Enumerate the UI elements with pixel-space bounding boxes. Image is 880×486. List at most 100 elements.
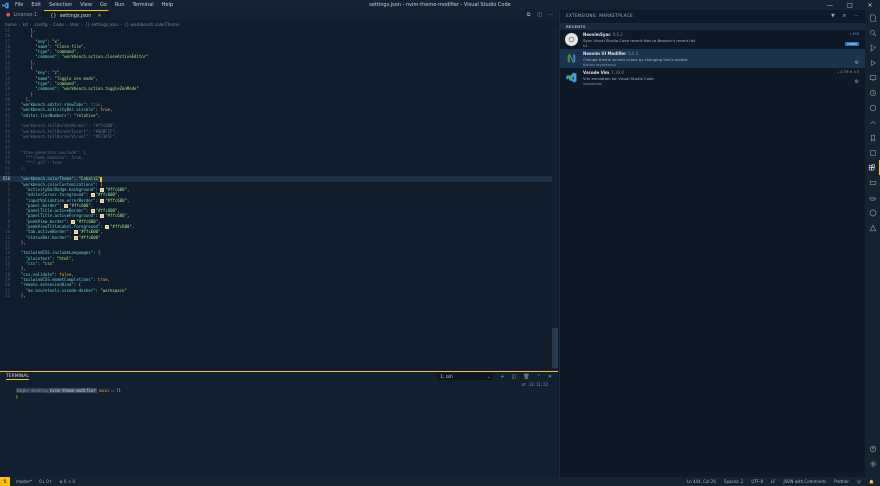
bookmark-icon[interactable]	[865, 130, 880, 145]
source-control-icon[interactable]	[865, 40, 880, 55]
manage-gear-icon[interactable]	[865, 456, 880, 471]
breadcrumb-item[interactable]: {} settings.json	[85, 22, 118, 27]
line-text: "ms-azuretools.vscode-docker": "workspac…	[25, 287, 127, 293]
close-tab-icon[interactable]: ✕	[97, 13, 101, 19]
extension-item[interactable]: Neovim UI Modifier 0.0.3 Change theme acc…	[560, 49, 865, 68]
breadcrumb-item[interactable]: .config	[33, 22, 47, 27]
tab-license[interactable]: ● License-1	[0, 10, 45, 20]
more-actions-icon[interactable]: ⋯	[854, 13, 859, 19]
section-recents[interactable]: RECENTS	[560, 23, 865, 30]
search-icon[interactable]	[865, 25, 880, 40]
menu-selection[interactable]: Selection	[49, 2, 72, 8]
maximize-icon[interactable]: □	[840, 0, 860, 10]
title-bar: File Edit Selection View Go Run Terminal…	[0, 0, 880, 10]
more-actions-icon[interactable]: ⋯	[549, 12, 554, 18]
code-line[interactable]: 22 },	[0, 293, 552, 298]
breadcrumb-item[interactable]: {} workbench.colorTheme	[124, 22, 180, 27]
close-panel-icon[interactable]: ✕	[548, 374, 552, 380]
status-bar: ⇅ master* 0↓ 0↑ ⊗ 0 ⚠ 0 Ln 444, Col 26 S…	[0, 477, 880, 486]
run-debug-icon[interactable]	[865, 55, 880, 70]
extension-item[interactable]: NeovimSync 0.0.2 Sync Visual Studio Code …	[560, 30, 865, 49]
extension-publisher: kd	[583, 44, 588, 48]
tab-label: settings.json	[59, 12, 92, 19]
language-mode[interactable]: JSON with Comments	[784, 479, 827, 484]
cursor-position[interactable]: Ln 444, Col 26	[687, 479, 716, 484]
feedback-icon[interactable]: ☺	[857, 479, 861, 484]
neovimsync-logo-icon	[565, 33, 578, 46]
accounts-icon[interactable]	[865, 441, 880, 456]
clear-icon[interactable]: ≡	[842, 13, 847, 19]
scrollbar-thumb[interactable]	[552, 328, 558, 368]
menu-edit[interactable]: Edit	[31, 2, 41, 8]
editor-group: ● License-1 {} settings.json ✕ ⧉ ◫ ⋯ hom…	[0, 10, 558, 371]
testing-icon[interactable]	[865, 145, 880, 160]
live-share-icon[interactable]	[865, 115, 880, 130]
tab-settings-json[interactable]: {} settings.json ✕	[44, 10, 109, 20]
minimize-icon[interactable]: —	[820, 0, 840, 10]
menu-go[interactable]: Go	[100, 2, 107, 8]
prompt-caret-icon: ❯	[15, 394, 19, 399]
breadcrumb-item[interactable]: home	[5, 22, 17, 27]
extension-publisher: vscodevim	[583, 82, 603, 86]
editor-scrollbar[interactable]	[552, 28, 558, 371]
panel-actions: 1: zsh ⌄ + ◫ 🗑 ⌃ ✕	[437, 373, 552, 380]
extensions-sidebar: EXTENSIONS: MARKETPLACE ▼ ≡ ⋯ RECENTS Ne…	[559, 10, 865, 477]
terminal-input-line[interactable]: ❯	[0, 388, 558, 399]
remote-explorer-icon[interactable]	[865, 70, 880, 85]
window-controls: — □ ✕	[820, 0, 880, 10]
indentation[interactable]: Spaces: 2	[724, 479, 743, 484]
menu-run[interactable]: Run	[115, 2, 125, 8]
extension-item[interactable]: Vscode Vim 1.16.0 Vim emulation for Visua…	[560, 68, 865, 87]
docker-icon[interactable]	[865, 190, 880, 205]
breadcrumb-item[interactable]: kd	[23, 22, 28, 27]
chevron-up-icon[interactable]: ⌃	[537, 374, 541, 380]
extensions-icon[interactable]	[865, 160, 880, 175]
menu-file[interactable]: File	[15, 2, 23, 8]
extension-version: 0.0.2	[612, 32, 623, 37]
git-sync[interactable]: 0↓ 0↑	[39, 479, 52, 484]
breadcrumb-item[interactable]: Code	[53, 22, 64, 27]
formatter[interactable]: Prettier	[834, 479, 849, 484]
line-text: },	[16, 292, 26, 298]
encoding[interactable]: UTF-8	[751, 479, 763, 484]
panel-header: TERMINAL 1: zsh ⌄ + ◫ 🗑 ⌃ ✕	[0, 372, 558, 382]
install-button[interactable]: Install	[845, 41, 859, 46]
panel-tab-terminal[interactable]: TERMINAL	[6, 374, 29, 380]
new-terminal-icon[interactable]: +	[500, 374, 504, 380]
extension-version: 0.0.3	[628, 51, 639, 56]
remote-indicator-icon[interactable]: ⇅	[0, 477, 10, 486]
github-icon[interactable]	[865, 100, 880, 115]
filter-icon[interactable]: ▼	[831, 13, 835, 19]
split-editor-icon[interactable]: ◫	[537, 12, 542, 18]
open-preview-icon[interactable]: ⧉	[527, 12, 531, 18]
gear-icon[interactable]: ⚙	[855, 79, 859, 85]
npm-icon[interactable]	[865, 175, 880, 190]
timeline-icon[interactable]	[865, 85, 880, 100]
file-icon: ●	[6, 12, 11, 18]
breadcrumb: home › kd › .config › Code › User › {} settin…	[5, 21, 180, 27]
gear-icon[interactable]: ⚙	[855, 60, 859, 66]
sidebar-actions: ▼ ≡ ⋯	[831, 13, 859, 19]
terminal-panel: TERMINAL 1: zsh ⌄ + ◫ 🗑 ⌃ ✕ kd@kd-deskto…	[0, 371, 558, 477]
line-text: },	[20, 165, 26, 171]
extension-name: Vscode Vim	[583, 70, 610, 75]
end-of-line[interactable]: LF	[771, 479, 776, 484]
code-editor[interactable]: 25 }, 26 {27 "key": "x", 28 "name": "Close…	[0, 28, 552, 371]
vscodevim-logo-icon	[565, 71, 578, 84]
kubernetes-icon[interactable]	[865, 205, 880, 220]
ai-icon[interactable]	[865, 220, 880, 235]
extension-description: Vim emulation for Visual Studio Code	[583, 76, 654, 81]
close-window-icon[interactable]: ✕	[860, 0, 880, 10]
explorer-icon[interactable]	[865, 10, 880, 25]
problems-count[interactable]: ⊗ 0 ⚠ 0	[59, 479, 75, 484]
menu-view[interactable]: View	[80, 2, 92, 8]
menu-help[interactable]: Help	[162, 2, 173, 8]
menu-terminal[interactable]: Terminal	[133, 2, 154, 8]
terminal-select[interactable]: 1: zsh ⌄	[437, 373, 494, 380]
breadcrumb-item[interactable]: User	[70, 22, 80, 27]
trash-icon[interactable]: 🗑	[523, 374, 529, 380]
git-branch[interactable]: master*	[16, 479, 32, 484]
sidebar-title: EXTENSIONS: MARKETPLACE	[566, 13, 634, 18]
split-terminal-icon[interactable]: ◫	[512, 374, 517, 380]
notifications-icon[interactable]: 🔔	[869, 479, 874, 484]
